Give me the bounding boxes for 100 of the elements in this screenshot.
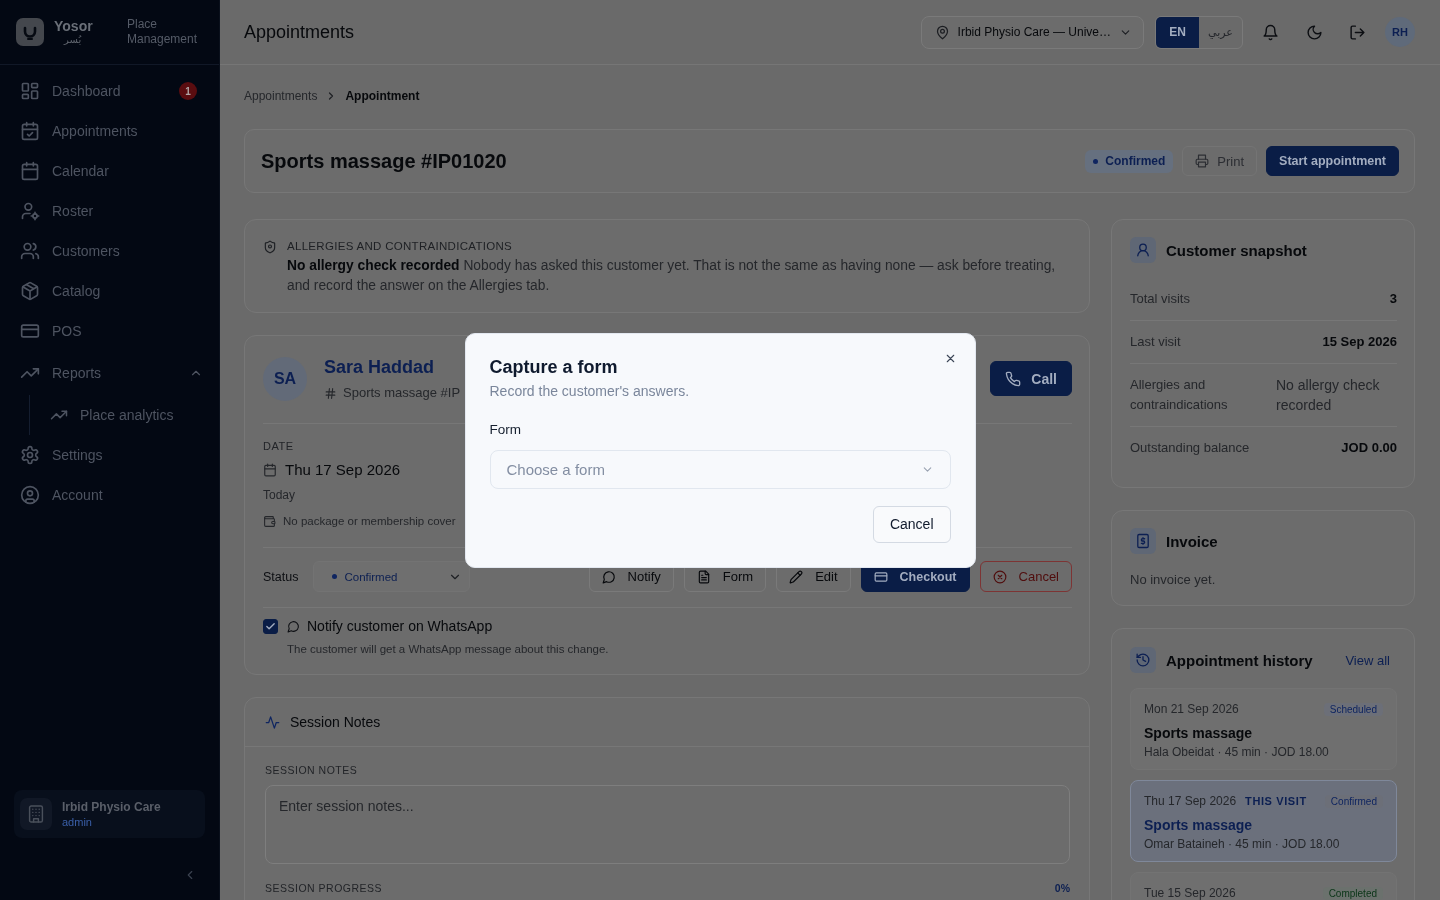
- status-select[interactable]: Confirmed: [313, 561, 471, 592]
- building-icon: [20, 798, 52, 830]
- notify-checkbox[interactable]: [263, 618, 278, 634]
- dialog-title: Capture a form: [489, 355, 619, 378]
- nav-item[interactable]: Dashboard 1: [8, 71, 211, 111]
- x-circle-icon: [992, 569, 1007, 584]
- bell-icon[interactable]: [1262, 23, 1279, 41]
- card-title: Invoice: [1166, 532, 1218, 550]
- history-service: Sports massage: [1144, 724, 1254, 743]
- view-all-link[interactable]: View all: [1345, 652, 1390, 668]
- call-button[interactable]: Call: [990, 361, 1072, 396]
- breadcrumb-current: Appointment: [345, 89, 420, 103]
- pencil-icon: [789, 569, 804, 584]
- progress-value: 0%: [1054, 881, 1070, 895]
- row-value: 3: [1389, 290, 1397, 308]
- field-label: Form: [489, 420, 522, 439]
- customer-avatar: SA: [263, 356, 307, 401]
- nav-item[interactable]: POS: [8, 311, 211, 351]
- row-value: JOD 0.00: [1341, 439, 1397, 457]
- location-select[interactable]: Irbid Physio Care — Unive…: [920, 15, 1144, 49]
- customer-name-link[interactable]: Sara Haddad: [324, 356, 435, 378]
- field-label: SESSION PROGRESS: [265, 881, 383, 895]
- language-option[interactable]: EN: [1156, 16, 1199, 48]
- credit-card-icon: [873, 569, 888, 584]
- nav-item[interactable]: Catalog: [8, 271, 211, 311]
- notes-textarea[interactable]: Enter session notes...: [265, 785, 1070, 864]
- alert-message: No allergy check recorded Nobody has asked this customer yet. That is not the same as having none — ask before treating, and record the answer on the Allergies tab.: [287, 257, 1057, 295]
- history-date: Tue 15 Sep 2026: [1144, 887, 1236, 900]
- nav-item[interactable]: Appointments: [8, 111, 211, 151]
- history-item[interactable]: Mon 21 Sep 2026 Scheduled Sports massage Hala Obeidat · 45 min · JOD 18.00: [1130, 688, 1397, 770]
- receipt-icon: [1130, 528, 1156, 554]
- service-reference: Sports massage #IP: [343, 385, 461, 401]
- shield-icon: [263, 240, 277, 254]
- logout-icon[interactable]: [1349, 23, 1366, 41]
- calendar-icon: [20, 161, 40, 181]
- nav-item[interactable]: Settings: [8, 435, 211, 475]
- nav-item[interactable]: Reports: [8, 353, 211, 393]
- history-item[interactable]: Thu 17 Sep 2026 THIS VISIT Confirmed Sports massage Omar Bataineh · 45 min · JOD 18.00: [1130, 780, 1397, 862]
- nav-item[interactable]: Account: [8, 475, 211, 515]
- pulse-icon: [265, 714, 280, 730]
- row-value: No allergy check recorded: [1276, 376, 1381, 415]
- hash-icon: [324, 386, 337, 400]
- calendar-icon: [263, 463, 277, 477]
- moon-icon[interactable]: [1306, 23, 1323, 41]
- chat-bubble-icon: [601, 569, 616, 584]
- row-value: 15 Sep 2026: [1322, 333, 1397, 351]
- user-icon: [1130, 237, 1156, 263]
- language-option[interactable]: عربي: [1199, 16, 1242, 48]
- user-circle-icon: [20, 485, 40, 505]
- history-details: Hala Obeidat · 45 min · JOD 18.00: [1144, 744, 1330, 760]
- row-label: Allergies and contraindications: [1130, 376, 1229, 414]
- printer-icon: [1195, 154, 1210, 168]
- nav-item[interactable]: Calendar: [8, 151, 211, 191]
- check-icon: [265, 620, 276, 632]
- history-item[interactable]: Tue 15 Sep 2026 Completed: [1130, 872, 1397, 900]
- user-avatar[interactable]: RH: [1385, 17, 1415, 47]
- current-visit-label: THIS VISIT: [1245, 795, 1307, 808]
- settings-icon: [20, 445, 40, 465]
- brand-name: Yosor: [54, 18, 93, 34]
- alert-heading: ALLERGIES AND CONTRAINDICATIONS: [287, 239, 514, 253]
- status-label: Confirmed: [1105, 154, 1166, 168]
- notification-badge: 1: [179, 82, 197, 100]
- credit-card-icon: [20, 321, 40, 341]
- calendar-check-icon: [20, 121, 40, 141]
- breadcrumb-link[interactable]: Appointments: [244, 89, 318, 103]
- place-name: Irbid Physio Care: [62, 799, 161, 815]
- history-service: Sports massage: [1144, 816, 1254, 835]
- cancel-button[interactable]: Cancel: [872, 505, 951, 543]
- brand-subtitle: Place Management: [127, 17, 199, 47]
- document-icon: [696, 569, 711, 584]
- cancel-button[interactable]: Cancel: [979, 561, 1072, 592]
- user-gear-icon: [20, 201, 40, 221]
- field-label: SESSION NOTES: [265, 763, 359, 777]
- row-label: Outstanding balance: [1130, 439, 1250, 457]
- nav-item[interactable]: Roster: [8, 191, 211, 231]
- package-note: No package or membership cover: [283, 514, 456, 529]
- status-label: Status: [263, 569, 299, 584]
- user-role: admin: [62, 814, 93, 829]
- nav-item[interactable]: Customers: [8, 231, 211, 271]
- date-note: Today: [263, 487, 297, 503]
- notify-hint: The customer will get a WhatsApp message about this change.: [287, 642, 610, 656]
- notify-label: Notify customer on WhatsApp: [307, 617, 493, 635]
- form-select[interactable]: Choose a form: [489, 449, 951, 489]
- status-badge: Scheduled: [1323, 703, 1383, 716]
- history-date: Thu 17 Sep 2026: [1144, 795, 1237, 808]
- card-title: Session Notes: [290, 714, 381, 730]
- users-icon: [20, 241, 40, 261]
- empty-message: No invoice yet.: [1130, 571, 1217, 589]
- dialog-subtitle: Record the customer's answers.: [489, 381, 691, 400]
- row-label: Last visit: [1130, 333, 1181, 351]
- appointment-title: Sports massage #IP01020: [261, 149, 507, 173]
- workspace-card[interactable]: Irbid Physio Care admin: [14, 790, 205, 838]
- card-title: Appointment history: [1166, 651, 1313, 669]
- logo-icon: [16, 18, 44, 46]
- map-pin-icon: [934, 24, 950, 40]
- card-title: Customer snapshot: [1166, 241, 1307, 259]
- status-dot-icon: [1093, 158, 1099, 164]
- start-appointment-button[interactable]: Start appointment: [1266, 146, 1399, 176]
- nav-item[interactable]: Place analytics: [42, 395, 211, 435]
- page-title: Appointments: [244, 21, 355, 43]
